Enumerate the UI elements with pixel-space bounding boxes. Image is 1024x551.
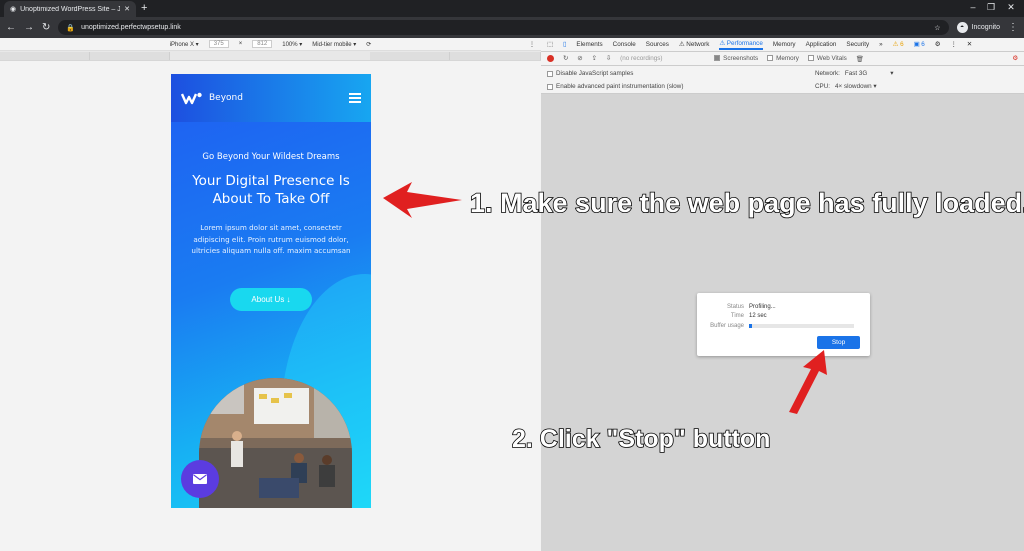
- web-vitals-label: Web Vitals: [816, 55, 847, 62]
- device-mode-icon[interactable]: ▯: [563, 41, 566, 48]
- close-devtools-icon[interactable]: ✕: [967, 41, 972, 48]
- browser-tab-strip: [0, 0, 1024, 17]
- network-label: Network:: [815, 70, 840, 77]
- screenshots-label: Screenshots: [723, 55, 759, 62]
- advanced-paint-option[interactable]: Enable advanced paint instrumentation (s…: [547, 83, 683, 90]
- media-query-ruler[interactable]: [0, 51, 541, 61]
- browser-tab[interactable]: ◉ Unoptimized WordPress Site – Ju ✕: [4, 1, 136, 17]
- garbage-collect-icon[interactable]: 🗑: [856, 55, 864, 63]
- tab-title: Unoptimized WordPress Site – Ju: [20, 5, 121, 13]
- new-tab-button[interactable]: +: [141, 2, 147, 14]
- device-select[interactable]: iPhone X ▾: [170, 41, 199, 48]
- mobile-page-preview: Beyond Go Beyond Your Wildest Dreams You…: [171, 74, 371, 508]
- buffer-label: Buffer usage: [710, 323, 744, 329]
- zoom-select[interactable]: 100% ▾: [282, 41, 302, 48]
- tab-network[interactable]: ⚠ Network: [679, 41, 710, 48]
- chevron-down-icon: ▾: [890, 70, 894, 77]
- close-tab-icon[interactable]: ✕: [124, 5, 130, 13]
- hero-body-text: Lorem ipsum dolor sit amet, consectetr a…: [191, 223, 351, 255]
- mail-fab-button[interactable]: [181, 460, 219, 498]
- capture-settings-gear-icon[interactable]: ⚙: [1012, 55, 1018, 62]
- site-header: Beyond: [171, 74, 371, 122]
- incognito-label: Incognito: [971, 24, 1000, 31]
- width-input[interactable]: 375: [208, 40, 229, 48]
- record-icon[interactable]: [547, 55, 554, 62]
- tab-security[interactable]: Security: [846, 41, 869, 48]
- warning-count-badge[interactable]: ⚠ 6: [893, 41, 904, 48]
- maximize-button[interactable]: ❐: [984, 2, 998, 13]
- height-input[interactable]: 812: [252, 40, 273, 48]
- disable-js-label: Disable JavaScript samples: [556, 70, 634, 77]
- reload-profile-icon[interactable]: ↻: [563, 55, 568, 62]
- tab-console[interactable]: Console: [613, 41, 636, 48]
- envelope-icon: [193, 474, 207, 484]
- status-label: Status: [726, 304, 744, 310]
- time-label: Time: [730, 313, 744, 319]
- status-value: Profiling...: [749, 304, 776, 310]
- recording-select[interactable]: (no recordings): [620, 55, 705, 62]
- hero-headline: Your Digital Presence Is About To Take O…: [192, 173, 350, 207]
- memory-label: Memory: [776, 55, 799, 62]
- lock-icon: 🔒: [66, 24, 76, 32]
- bookmark-star-icon[interactable]: ☆: [934, 24, 940, 32]
- incognito-indicator[interactable]: ◓ Incognito: [956, 22, 1000, 33]
- tab-performance[interactable]: ⚠ Performance: [719, 40, 763, 50]
- site-logo[interactable]: Beyond: [181, 91, 349, 105]
- capture-settings-panel: Disable JavaScript samples Enable advanc…: [541, 66, 1024, 94]
- step-1-annotation: 1. Make sure the web page has fully load…: [469, 187, 1024, 219]
- tab-application[interactable]: Application: [806, 41, 837, 48]
- disable-js-samples-option[interactable]: Disable JavaScript samples: [547, 70, 633, 77]
- rotate-icon[interactable]: ⟳: [366, 41, 371, 48]
- toolbar-more-icon[interactable]: ⋮: [529, 41, 535, 48]
- globe-icon: ◉: [10, 6, 17, 13]
- stop-button[interactable]: Stop: [817, 336, 860, 349]
- memory-checkbox[interactable]: Memory: [767, 55, 799, 62]
- devtools-tab-bar: ⬚ ▯ Elements Console Sources ⚠ Network ⚠…: [541, 38, 1024, 52]
- network-throttle-select[interactable]: Fast 3G: [845, 70, 867, 77]
- reload-icon[interactable]: ↻: [42, 22, 50, 33]
- site-brand: Beyond: [209, 93, 243, 103]
- step-2-annotation: 2. Click "Stop" button: [511, 424, 771, 454]
- device-toolbar: iPhone X ▾ 375 × 812 100% ▾ Mid-tier mob…: [0, 38, 541, 51]
- menu-dots-icon[interactable]: ⋮: [1008, 22, 1018, 33]
- performance-toolbar: ↻ ⊘ ⇪ ⇩ (no recordings) Screenshots Memo…: [541, 52, 1024, 66]
- cpu-throttle-select[interactable]: 4× slowdown ▾: [835, 83, 877, 90]
- close-window-button[interactable]: ✕: [1004, 2, 1018, 13]
- inspect-element-icon[interactable]: ⬚: [547, 41, 553, 48]
- url-text: unoptimized.perfectwpsetup.link: [81, 24, 181, 31]
- buffer-usage-bar: [749, 324, 854, 328]
- hamburger-menu-icon[interactable]: [349, 91, 361, 105]
- minimize-button[interactable]: –: [966, 2, 980, 12]
- cpu-label: CPU:: [815, 83, 831, 90]
- message-count-badge[interactable]: ▣ 6: [914, 41, 925, 48]
- screenshots-checkbox[interactable]: Screenshots: [714, 55, 758, 62]
- save-profile-icon[interactable]: ⇩: [606, 55, 611, 62]
- address-bar[interactable]: 🔒 unoptimized.perfectwpsetup.link ☆: [58, 20, 949, 35]
- time-value: 12 sec: [749, 313, 767, 319]
- devtools-more-icon[interactable]: ⋮: [950, 41, 956, 48]
- clear-icon[interactable]: ⊘: [577, 55, 582, 62]
- incognito-icon: ◓: [956, 22, 968, 33]
- hero-tagline: Go Beyond Your Wildest Dreams: [202, 152, 340, 162]
- tab-sources[interactable]: Sources: [646, 41, 669, 48]
- back-icon[interactable]: ←: [6, 22, 16, 33]
- tab-memory[interactable]: Memory: [773, 41, 796, 48]
- settings-gear-icon[interactable]: ⚙: [935, 41, 941, 48]
- tab-elements[interactable]: Elements: [576, 41, 602, 48]
- web-vitals-checkbox[interactable]: Web Vitals: [807, 55, 847, 62]
- more-tabs-button[interactable]: »: [879, 41, 883, 48]
- throttle-select[interactable]: Mid-tier mobile ▾: [312, 41, 356, 48]
- about-us-button[interactable]: About Us ↓: [230, 288, 312, 311]
- load-profile-icon[interactable]: ⇪: [592, 55, 597, 62]
- advanced-paint-label: Enable advanced paint instrumentation (s…: [556, 83, 684, 90]
- logo-mark-icon: [181, 92, 202, 105]
- forward-icon[interactable]: →: [24, 22, 34, 33]
- dimension-separator: ×: [238, 41, 243, 47]
- buffer-usage-fill: [749, 324, 753, 328]
- navigation-bar: ← → ↻ 🔒 unoptimized.perfectwpsetup.link …: [0, 17, 1024, 38]
